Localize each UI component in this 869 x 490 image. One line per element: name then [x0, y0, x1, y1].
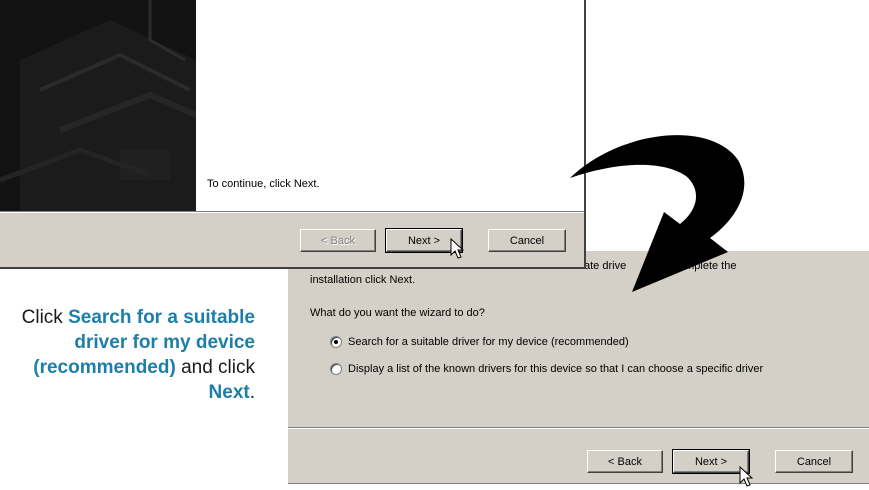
instruction-highlight-next: Next: [208, 382, 250, 403]
wizard-question: What do you want the wizard to do?: [310, 307, 485, 319]
radio-label-search[interactable]: Search for a suitable driver for my devi…: [348, 336, 828, 349]
radio-button-display-list[interactable]: [330, 363, 342, 375]
cancel-button[interactable]: Cancel: [488, 229, 566, 252]
radio-option-search[interactable]: Search for a suitable driver for my devi…: [330, 336, 828, 349]
intro-line-2: installation click Next.: [310, 274, 416, 286]
wizard-content-panel: To continue, click Next.: [0, 0, 584, 211]
instruction-text: Click Search for a suitable driver for m…: [8, 305, 255, 405]
next-button[interactable]: Next >: [672, 449, 750, 474]
radio-label-display-list[interactable]: Display a list of the known drivers for …: [348, 363, 828, 376]
back-button[interactable]: < Back: [587, 450, 663, 473]
radio-option-display-list[interactable]: Display a list of the known drivers for …: [330, 363, 828, 376]
mouse-pointer-icon: [450, 238, 464, 259]
button-divider: [0, 211, 584, 213]
cancel-button[interactable]: Cancel: [775, 450, 853, 473]
radio-button-search[interactable]: [330, 336, 342, 348]
button-divider: [288, 427, 869, 429]
curved-arrow-icon: [570, 135, 745, 292]
mouse-pointer-icon: [739, 466, 753, 487]
back-button[interactable]: < Back: [300, 229, 376, 252]
instruction-part-2: and click: [175, 357, 255, 378]
instruction-part-3: .: [249, 382, 255, 403]
continue-instruction: To continue, click Next.: [207, 178, 320, 190]
wizard-dialog-welcome: To continue, click Next. < Back Next > C…: [0, 0, 586, 269]
instruction-part-1: Click: [21, 307, 69, 328]
wizard-side-graphic: [0, 0, 196, 211]
